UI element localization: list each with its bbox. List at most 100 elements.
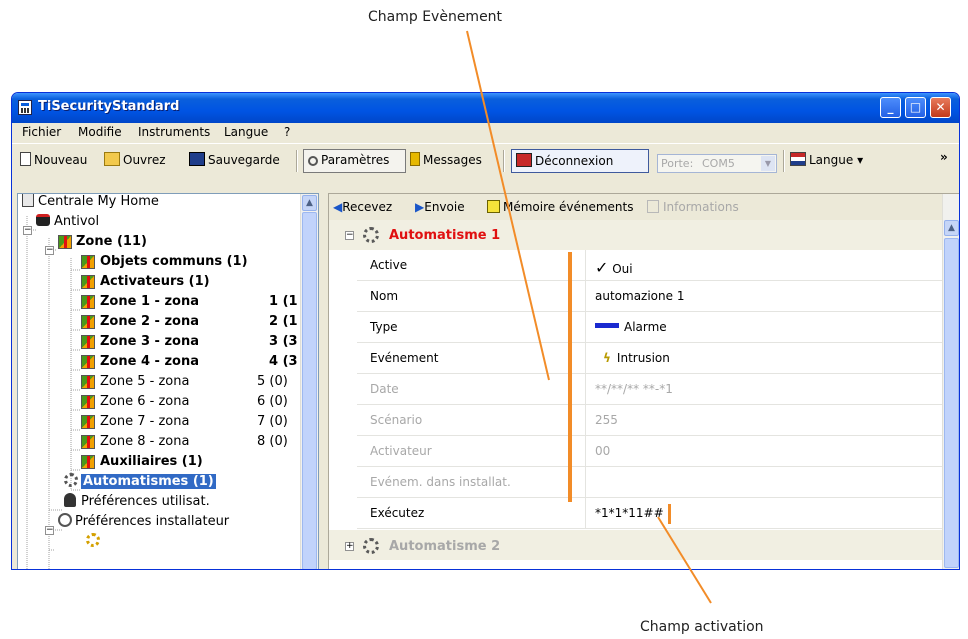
tree-item-zone[interactable]: Zone 3 - zona 3 (3	[81, 332, 298, 352]
tree-expander-installer[interactable]: −	[45, 526, 54, 535]
tree-scroll-thumb[interactable]	[302, 212, 317, 569]
language-button[interactable]: Langue ▾	[790, 152, 863, 167]
tree-item-zone[interactable]: Zone 7 - zona 7 (0)	[81, 412, 288, 432]
new-button[interactable]: Nouveau	[20, 152, 87, 167]
antivol-icon	[36, 214, 50, 226]
menu-help[interactable]: ?	[284, 125, 290, 139]
property-row-nom[interactable]: Nom automazione 1	[357, 281, 944, 312]
type-color-swatch	[595, 323, 619, 328]
menu-fichier[interactable]: Fichier	[22, 125, 61, 139]
info-button[interactable]: Informations	[647, 200, 739, 214]
tree-item-zone[interactable]: Activateurs (1)	[81, 272, 210, 292]
info-icon	[647, 200, 659, 213]
zone-count: 3 (3	[269, 334, 298, 349]
lightning-icon: ϟ	[603, 351, 611, 365]
port-value: COM5	[702, 157, 735, 170]
zone-icon	[81, 355, 95, 369]
tree-view: Centrale My Home − Antivol − Zone (11) O…	[18, 194, 303, 569]
menu-langue[interactable]: Langue	[224, 125, 268, 139]
automation-1-title: Automatisme 1	[389, 228, 501, 243]
tree-scrollbar[interactable]: ▲	[300, 194, 318, 569]
event-memory-button[interactable]: Mémoire événements	[487, 200, 633, 214]
annotation-bar-event-fields	[568, 252, 572, 502]
folder-open-icon	[104, 152, 120, 166]
property-row-evenement[interactable]: Evénement ϟ Intrusion	[357, 343, 944, 374]
wrench-icon	[58, 513, 72, 527]
menu-instruments[interactable]: Instruments	[138, 125, 210, 139]
tree-item-prefs-user[interactable]: Préférences utilisat.	[64, 492, 210, 512]
properties-toolbar: ◀Recevez ▶Envoie Mémoire événements Info…	[329, 194, 959, 220]
tree-item-antivol[interactable]: Antivol	[36, 212, 99, 232]
property-row-active[interactable]: Active ✓ Oui	[357, 250, 944, 281]
gear-icon	[64, 473, 78, 487]
property-row-executez[interactable]: Exécutez *1*1*11##	[357, 498, 944, 529]
annotation-champ-evenement: Champ Evènement	[368, 9, 503, 25]
automation-1-header[interactable]: − Automatisme 1	[329, 220, 944, 250]
zone-count: 4 (3	[269, 354, 298, 369]
property-row-activateur[interactable]: Activateur 00	[357, 436, 944, 467]
messages-button[interactable]: Messages	[410, 152, 482, 167]
menu-modifie[interactable]: Modifie	[78, 125, 122, 139]
zone-icon	[81, 435, 95, 449]
property-row-type[interactable]: Type Alarme	[357, 312, 944, 343]
properties-scrollbar[interactable]: ▲	[942, 194, 959, 569]
send-button[interactable]: ▶Envoie	[415, 200, 465, 214]
zone-count: 7 (0)	[257, 414, 288, 429]
expand-icon[interactable]: +	[345, 542, 354, 551]
receive-button[interactable]: ◀Recevez	[333, 200, 392, 214]
zone-count: 6 (0)	[257, 394, 288, 409]
properties-pane: ◀Recevez ▶Envoie Mémoire événements Info…	[328, 193, 959, 569]
toolbar-overflow-button[interactable]: »	[940, 150, 948, 164]
properties-scroll-thumb[interactable]	[944, 238, 959, 568]
tree-item-zone[interactable]: Zone 5 - zona 5 (0)	[81, 372, 288, 392]
property-row-event-installation[interactable]: Evénem. dans installat.	[357, 467, 944, 498]
tree-item-zone[interactable]: Zone 4 - zona 4 (3	[81, 352, 298, 372]
tree-expander-zone[interactable]: −	[45, 246, 54, 255]
save-button[interactable]: Sauvegarde	[189, 152, 280, 167]
checkmark-icon: ✓	[595, 258, 609, 277]
tree-expander-antivol[interactable]: −	[23, 226, 32, 235]
tree-item-centrale[interactable]: Centrale My Home	[22, 194, 159, 212]
title-bar[interactable]: TiSecurityStandard _ □ ✕	[12, 93, 959, 123]
scroll-up-icon[interactable]: ▲	[944, 220, 959, 236]
new-file-icon	[20, 152, 31, 166]
maximize-button[interactable]: □	[905, 97, 926, 118]
port-combo[interactable]: Porte: COM5 ▼	[657, 154, 777, 173]
zone-count: 1 (1	[269, 294, 298, 309]
open-button[interactable]: Ouvrez	[104, 152, 166, 167]
speaker-icon	[410, 152, 420, 166]
zone-icon	[81, 415, 95, 429]
gear-icon	[86, 533, 100, 547]
tree-item-zone-group[interactable]: Zone (11)	[58, 232, 147, 252]
app-icon	[18, 100, 32, 115]
gear-icon	[363, 227, 379, 243]
zone-icon	[81, 275, 95, 289]
tree-item-automatismes[interactable]: Automatismes (1)	[64, 472, 216, 492]
close-button[interactable]: ✕	[930, 97, 951, 118]
tree-item-zone[interactable]: Zone 2 - zona 2 (1	[81, 312, 298, 332]
main-toolbar: Nouveau Ouvrez Sauvegarde Paramètres Mes…	[12, 143, 959, 178]
zone-icon	[81, 375, 95, 389]
menu-bar: Fichier Modifie Instruments Langue ?	[12, 123, 959, 141]
wrench-icon	[308, 156, 318, 166]
automation-2-header[interactable]: + Automatisme 2	[329, 530, 944, 560]
scroll-up-icon[interactable]: ▲	[302, 195, 317, 211]
zone-count: 2 (1	[269, 314, 298, 329]
tree-item-zone[interactable]: Auxiliaires (1)	[81, 452, 203, 472]
tree-item-prefs-installer[interactable]: Préférences installateur	[58, 512, 229, 532]
collapse-icon[interactable]: −	[345, 231, 354, 240]
property-row-scenario[interactable]: Scénario 255	[357, 405, 944, 436]
params-button[interactable]: Paramètres	[303, 149, 406, 173]
disconnect-button[interactable]: Déconnexion	[511, 149, 649, 173]
port-label: Porte:	[661, 157, 694, 170]
chevron-down-icon[interactable]: ▼	[761, 156, 775, 171]
property-row-date[interactable]: Date **/**/** **-*1	[357, 374, 944, 405]
user-icon	[64, 493, 76, 507]
tree-item-zone[interactable]: Zone 1 - zona 1 (1	[81, 292, 298, 312]
zone-icon	[58, 235, 72, 249]
arrow-left-icon: ◀	[333, 200, 343, 214]
tree-item-zone[interactable]: Zone 8 - zona 8 (0)	[81, 432, 288, 452]
tree-item-zone[interactable]: Zone 6 - zona 6 (0)	[81, 392, 288, 412]
minimize-button[interactable]: _	[880, 97, 901, 118]
tree-item-zone[interactable]: Objets communs (1)	[81, 252, 248, 272]
